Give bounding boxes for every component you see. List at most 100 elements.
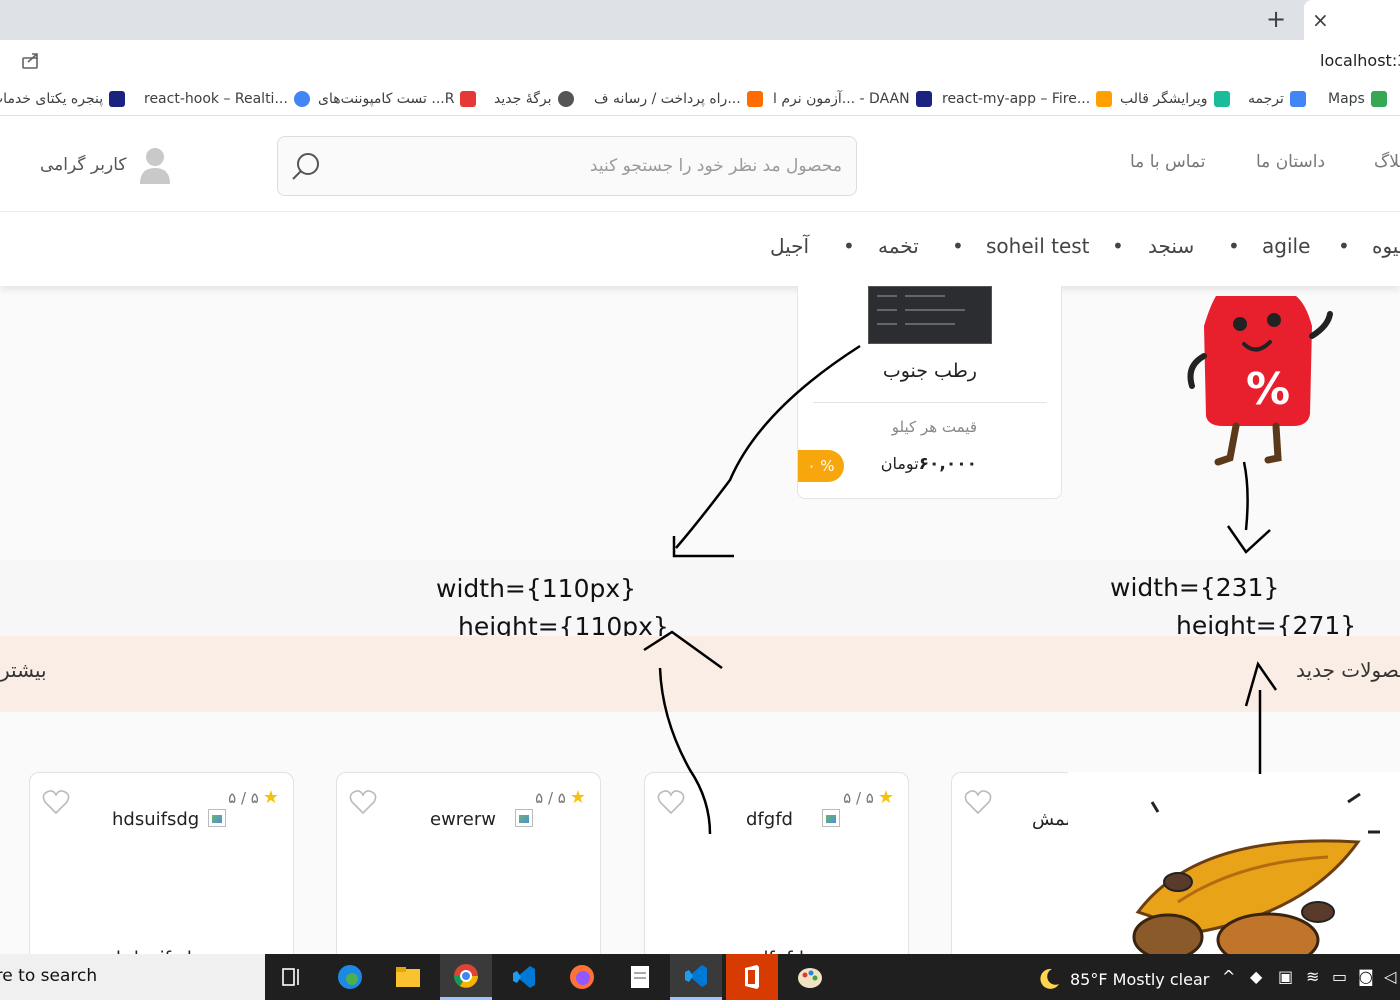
category-item[interactable]: میوه (1372, 234, 1400, 258)
tab-strip: + × (0, 0, 1400, 40)
windows-taskbar: Type here to search 85°F Mostly clear ^ … (0, 954, 1400, 1000)
product-title[interactable]: رطب جنوب (883, 360, 977, 382)
dried-fruit-image (1068, 772, 1400, 954)
user-icon (140, 148, 171, 184)
payment-icon (746, 91, 763, 107)
separator-dot: • (843, 234, 855, 258)
wifi-icon[interactable]: ≋ (1306, 967, 1319, 986)
bookmark-label: ترجمه (1248, 91, 1284, 107)
product-grid-card[interactable]: ۵ / ۵ ★ ewrerw (336, 772, 601, 962)
close-tab-icon[interactable]: × (1312, 8, 1329, 32)
category-bar: میوه • agile • سنجد • soheil test • تخمه… (0, 212, 1400, 286)
camera-icon[interactable]: ◙ (1358, 967, 1374, 986)
separator-dot: • (1338, 234, 1350, 258)
section-header: محصولات جدید بیشتر (0, 636, 1400, 712)
weather-widget[interactable]: 85°F Mostly clear (1036, 966, 1209, 992)
search-input[interactable] (362, 153, 842, 179)
maps-icon (1370, 91, 1387, 107)
product-price: ۶۰,۰۰۰تومان (881, 454, 977, 474)
section-title: محصولات جدید (1296, 658, 1400, 682)
bookmark-maps[interactable]: Maps (1328, 89, 1387, 109)
bookmark-react-hook[interactable]: react-hook – Realti... (144, 89, 310, 109)
separator-dot: • (952, 234, 964, 258)
category-item[interactable]: soheil test (986, 234, 1090, 258)
bookmark-firebase[interactable]: react-my-app – Fire... (942, 89, 1113, 109)
category-item[interactable]: agile (1262, 234, 1310, 258)
bookmark-components[interactable]: تست کامپوننت‌های ...R (318, 89, 477, 109)
edge-icon[interactable] (324, 954, 376, 1000)
bookmark-translate[interactable]: ترجمه (1248, 89, 1306, 109)
product-grid-card[interactable]: ۵ / ۵★ hdsuifsdg hdsuifsdg (29, 772, 294, 962)
heart-icon[interactable] (657, 789, 685, 815)
broken-image-icon (515, 809, 533, 827)
chrome-icon[interactable] (440, 954, 492, 1000)
notepad-icon[interactable] (614, 954, 666, 1000)
bookmark-label: برگهٔ جدید (494, 91, 552, 107)
annotation-text: width={231} (1110, 573, 1280, 602)
nav-our-story[interactable]: داستان ما (1256, 152, 1325, 172)
bookmark-label: پنجره یکتای خدمات (0, 91, 104, 107)
nav-contact[interactable]: تماس با ما (1130, 152, 1206, 172)
office-icon[interactable] (726, 954, 778, 1000)
separator-dot: • (1112, 234, 1124, 258)
taskbar-search-text: Type here to search (0, 966, 98, 986)
services-icon (109, 91, 126, 107)
nav-blog[interactable]: بلاگ (1374, 152, 1400, 172)
device-icon[interactable]: ▣ (1278, 967, 1293, 986)
taskbar-search[interactable]: Type here to search (0, 954, 265, 1000)
rating: ۵ / ۵ ★ (535, 787, 586, 808)
product-name[interactable]: hdsuifsdg (112, 809, 199, 830)
heart-icon[interactable] (964, 789, 992, 815)
star-icon: ★ (569, 787, 586, 808)
bookmark-services[interactable]: پنجره یکتای خدمات (0, 89, 126, 109)
product-card[interactable]: رطب جنوب قیمت هر کیلو ۶۰,۰۰۰تومان ۰ % (797, 286, 1062, 499)
chevron-up-icon[interactable]: ^ (1222, 967, 1235, 986)
product-name[interactable]: dfgfd (746, 809, 793, 830)
new-tab-button[interactable]: + (1262, 6, 1290, 34)
battery-icon[interactable]: ▭ (1332, 967, 1347, 986)
category-item[interactable]: تخمه (878, 234, 919, 258)
firebase-icon (1096, 91, 1113, 107)
paint-icon[interactable] (784, 954, 836, 1000)
file-explorer-icon[interactable] (382, 954, 434, 1000)
broken-image-icon (822, 809, 840, 827)
bookmark-label: آزمون نرم ا... - DAAN (773, 91, 910, 107)
product-name[interactable]: کشمش (1032, 809, 1068, 830)
vscode-icon[interactable] (498, 954, 550, 1000)
rating: ۵ / ۵ ★ (228, 787, 279, 808)
active-tab[interactable]: × (1304, 0, 1400, 40)
url-text[interactable]: localhost:30 (1320, 51, 1400, 70)
vscode-icon[interactable] (670, 954, 722, 1000)
rating-value: ۵ / ۵ (228, 788, 259, 807)
price-label: قیمت هر کیلو (891, 418, 977, 436)
bookmark-daan[interactable]: آزمون نرم ا... - DAAN (773, 89, 932, 109)
search-icon[interactable] (290, 151, 322, 183)
product-grid-card[interactable]: کشمش (951, 772, 1068, 962)
bookmark-new-tab[interactable]: برگهٔ جدید (494, 89, 574, 109)
translate-icon (1289, 91, 1306, 107)
user-menu[interactable]: کاربر گرامی (40, 146, 172, 184)
bookmark-label: ویرایشگر قالب (1120, 91, 1208, 107)
share-icon[interactable] (20, 50, 42, 72)
category-item[interactable]: سنجد (1148, 234, 1194, 258)
product-grid-card[interactable]: ۵ / ۵★ dfgfd dfgfd (644, 772, 909, 962)
search-box (277, 136, 857, 196)
category-item[interactable]: آجیل (770, 234, 809, 258)
product-name[interactable]: ewrerw (430, 809, 496, 830)
task-view-icon[interactable] (266, 954, 318, 1000)
product-image (868, 286, 992, 344)
heart-icon[interactable] (42, 789, 70, 815)
heart-icon[interactable] (349, 789, 377, 815)
shield-icon[interactable]: ◆ (1250, 967, 1262, 986)
google-icon (293, 91, 310, 107)
svg-text:%: % (1246, 364, 1290, 415)
see-more-link[interactable]: بیشتر (0, 658, 47, 682)
bookmark-label: تست کامپوننت‌های ...R (318, 91, 455, 107)
divider (813, 402, 1047, 403)
rocket-icon (460, 91, 477, 107)
bookmark-theme-editor[interactable]: ویرایشگر قالب (1120, 89, 1230, 109)
volume-icon[interactable]: ◁ (1384, 967, 1396, 986)
bookmark-payment[interactable]: راه پرداخت / رسانه ف... (594, 89, 763, 109)
bookmark-label: Maps (1328, 91, 1365, 107)
firefox-icon[interactable] (556, 954, 608, 1000)
